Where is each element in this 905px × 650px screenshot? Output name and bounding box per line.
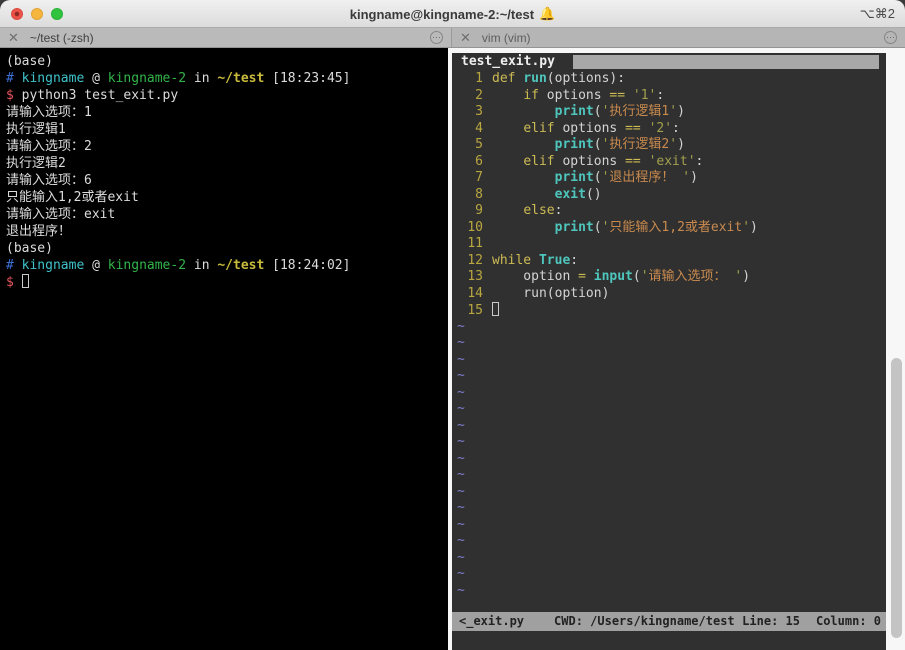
line-number: 14: [467, 285, 483, 301]
tab-options-icon[interactable]: ⋯: [884, 31, 897, 44]
tilde-line: ~: [457, 582, 465, 598]
vim-pane[interactable]: test_exit.py 1 def run(options): 2 if opti…: [448, 48, 905, 650]
code-line: 10 print('只能输入1,2或者exit'): [452, 220, 886, 237]
terminal-line: 退出程序！: [6, 224, 72, 239]
code-line: 12 while True:: [452, 253, 886, 270]
terminal-window: kingname@kingname-2:~/test 🔔 ⌥⌘2 ✕ ~/tes…: [0, 0, 905, 650]
status-cwd: CWD: /Users/kingname/test: [554, 614, 735, 629]
scrollbar-thumb[interactable]: [891, 358, 902, 638]
split-pane-content: (base) # kingname @ kingname-2 in ~/test …: [0, 48, 905, 650]
tab-bar: ✕ ~/test (-zsh) ⋯ ✕ vim (vim) ⋯: [0, 28, 905, 48]
tab-zsh[interactable]: ✕ ~/test (-zsh) ⋯: [0, 28, 452, 47]
status-column-indicator: Column: 0: [815, 614, 881, 629]
tab-zsh-label: ~/test (-zsh): [29, 30, 94, 45]
window-title: kingname@kingname-2:~/test 🔔: [0, 0, 905, 28]
tilde-line: ~: [457, 351, 465, 367]
tilde-line: ~: [457, 549, 465, 565]
terminal-line: # kingname @ kingname-2 in ~/test [18:24…: [6, 258, 351, 273]
line-number: 11: [467, 236, 483, 251]
tilde-line: ~: [457, 533, 465, 548]
tilde-line: ~: [457, 401, 465, 416]
tilde-line: ~: [457, 566, 465, 581]
line-number: 7: [475, 170, 483, 185]
line-number: 6: [475, 153, 483, 169]
terminal-line: 请输入选项：2: [6, 139, 92, 154]
terminal-line: (base): [6, 54, 53, 69]
terminal-line: 执行逻辑1: [6, 122, 66, 137]
code-line: 2 if options == '1':: [452, 88, 886, 105]
terminal-line: $ python3 test_exit.py: [6, 88, 179, 103]
vim-statusbar: <_exit.py CWD: /Users/kingname/test Line…: [452, 612, 886, 631]
window-title-text: kingname@kingname-2:~/test: [349, 6, 535, 22]
status-line-indicator: Line: 15: [742, 614, 800, 629]
line-number: 15: [467, 303, 483, 318]
code-line: 15: [452, 302, 886, 319]
vim-cursor: [492, 302, 499, 316]
tilde-line: ~: [457, 467, 465, 482]
tilde-line: ~: [457, 450, 465, 466]
terminal-line: 只能输入1,2或者exit: [6, 190, 139, 205]
line-number: 10: [467, 219, 483, 235]
code-line: 9 else:: [452, 203, 886, 220]
window-titlebar[interactable]: kingname@kingname-2:~/test 🔔 ⌥⌘2: [0, 0, 905, 28]
code-line: 13 option = input('请输入选项： '): [452, 269, 886, 286]
code-line: 11: [452, 236, 886, 253]
tab-vim[interactable]: ✕ vim (vim) ⋯: [452, 28, 905, 47]
terminal-line: 执行逻辑2: [6, 156, 66, 171]
code-line: 5 print('执行逻辑2'): [452, 137, 886, 154]
tilde-line: ~: [457, 483, 465, 499]
code-line: 8 exit(): [452, 187, 886, 204]
code-line: 4 elif options == '2':: [452, 121, 886, 138]
code-line: 7 print('退出程序！ '): [452, 170, 886, 187]
vim-buffer-name[interactable]: test_exit.py: [461, 54, 563, 71]
tilde-line: ~: [457, 384, 465, 400]
status-filename: <_exit.py: [459, 614, 525, 629]
terminal-output: (base) # kingname @ kingname-2 in ~/test …: [6, 53, 448, 291]
terminal-pane[interactable]: (base) # kingname @ kingname-2 in ~/test …: [0, 48, 448, 650]
tilde-line: ~: [457, 500, 465, 515]
line-number: 9: [475, 203, 483, 218]
tilde-line: ~: [457, 335, 465, 350]
code-line: 1 def run(options):: [452, 71, 886, 88]
bell-icon: 🔔: [539, 6, 556, 21]
code-line: 3 print('执行逻辑1'): [452, 104, 886, 121]
vim-editor[interactable]: test_exit.py 1 def run(options): 2 if opti…: [452, 53, 886, 650]
tilde-line: ~: [457, 434, 465, 449]
terminal-line: 请输入选项：1: [6, 105, 92, 120]
line-number: 4: [475, 120, 483, 136]
terminal-line: 请输入选项：6: [6, 173, 92, 188]
line-number: 13: [467, 269, 483, 284]
line-number: 3: [475, 104, 483, 119]
terminal-line: (base): [6, 241, 53, 256]
vim-code-area[interactable]: 1 def run(options): 2 if options == '1': 3 …: [452, 71, 886, 319]
tab-options-icon[interactable]: ⋯: [430, 31, 443, 44]
code-line: 14 run(option): [452, 286, 886, 303]
terminal-line: $: [6, 274, 448, 291]
terminal-cursor: [21, 274, 29, 288]
terminal-line: # kingname @ kingname-2 in ~/test [18:23…: [6, 71, 351, 86]
tilde-line: ~: [457, 516, 465, 532]
terminal-line: 请输入选项：exit: [6, 207, 116, 222]
window-shortcut-hint: ⌥⌘2: [859, 6, 895, 21]
vim-tabline: test_exit.py: [452, 53, 886, 71]
line-number: 2: [475, 87, 483, 103]
close-tab-icon[interactable]: ✕: [8, 30, 19, 46]
vim-tabline-fill: [572, 55, 879, 69]
tilde-line: ~: [457, 417, 465, 433]
vim-empty-lines: ~ ~ ~ ~ ~ ~ ~ ~ ~ ~ ~ ~ ~ ~ ~ ~ ~: [452, 319, 886, 600]
tab-vim-label: vim (vim): [481, 30, 531, 45]
line-number: 1: [475, 71, 483, 86]
tilde-line: ~: [457, 318, 465, 334]
line-number: 5: [475, 137, 483, 152]
code-line: 6 elif options == 'exit':: [452, 154, 886, 171]
close-tab-icon[interactable]: ✕: [460, 30, 471, 46]
line-number: 8: [475, 186, 483, 202]
line-number: 12: [467, 252, 483, 268]
tilde-line: ~: [457, 368, 465, 383]
